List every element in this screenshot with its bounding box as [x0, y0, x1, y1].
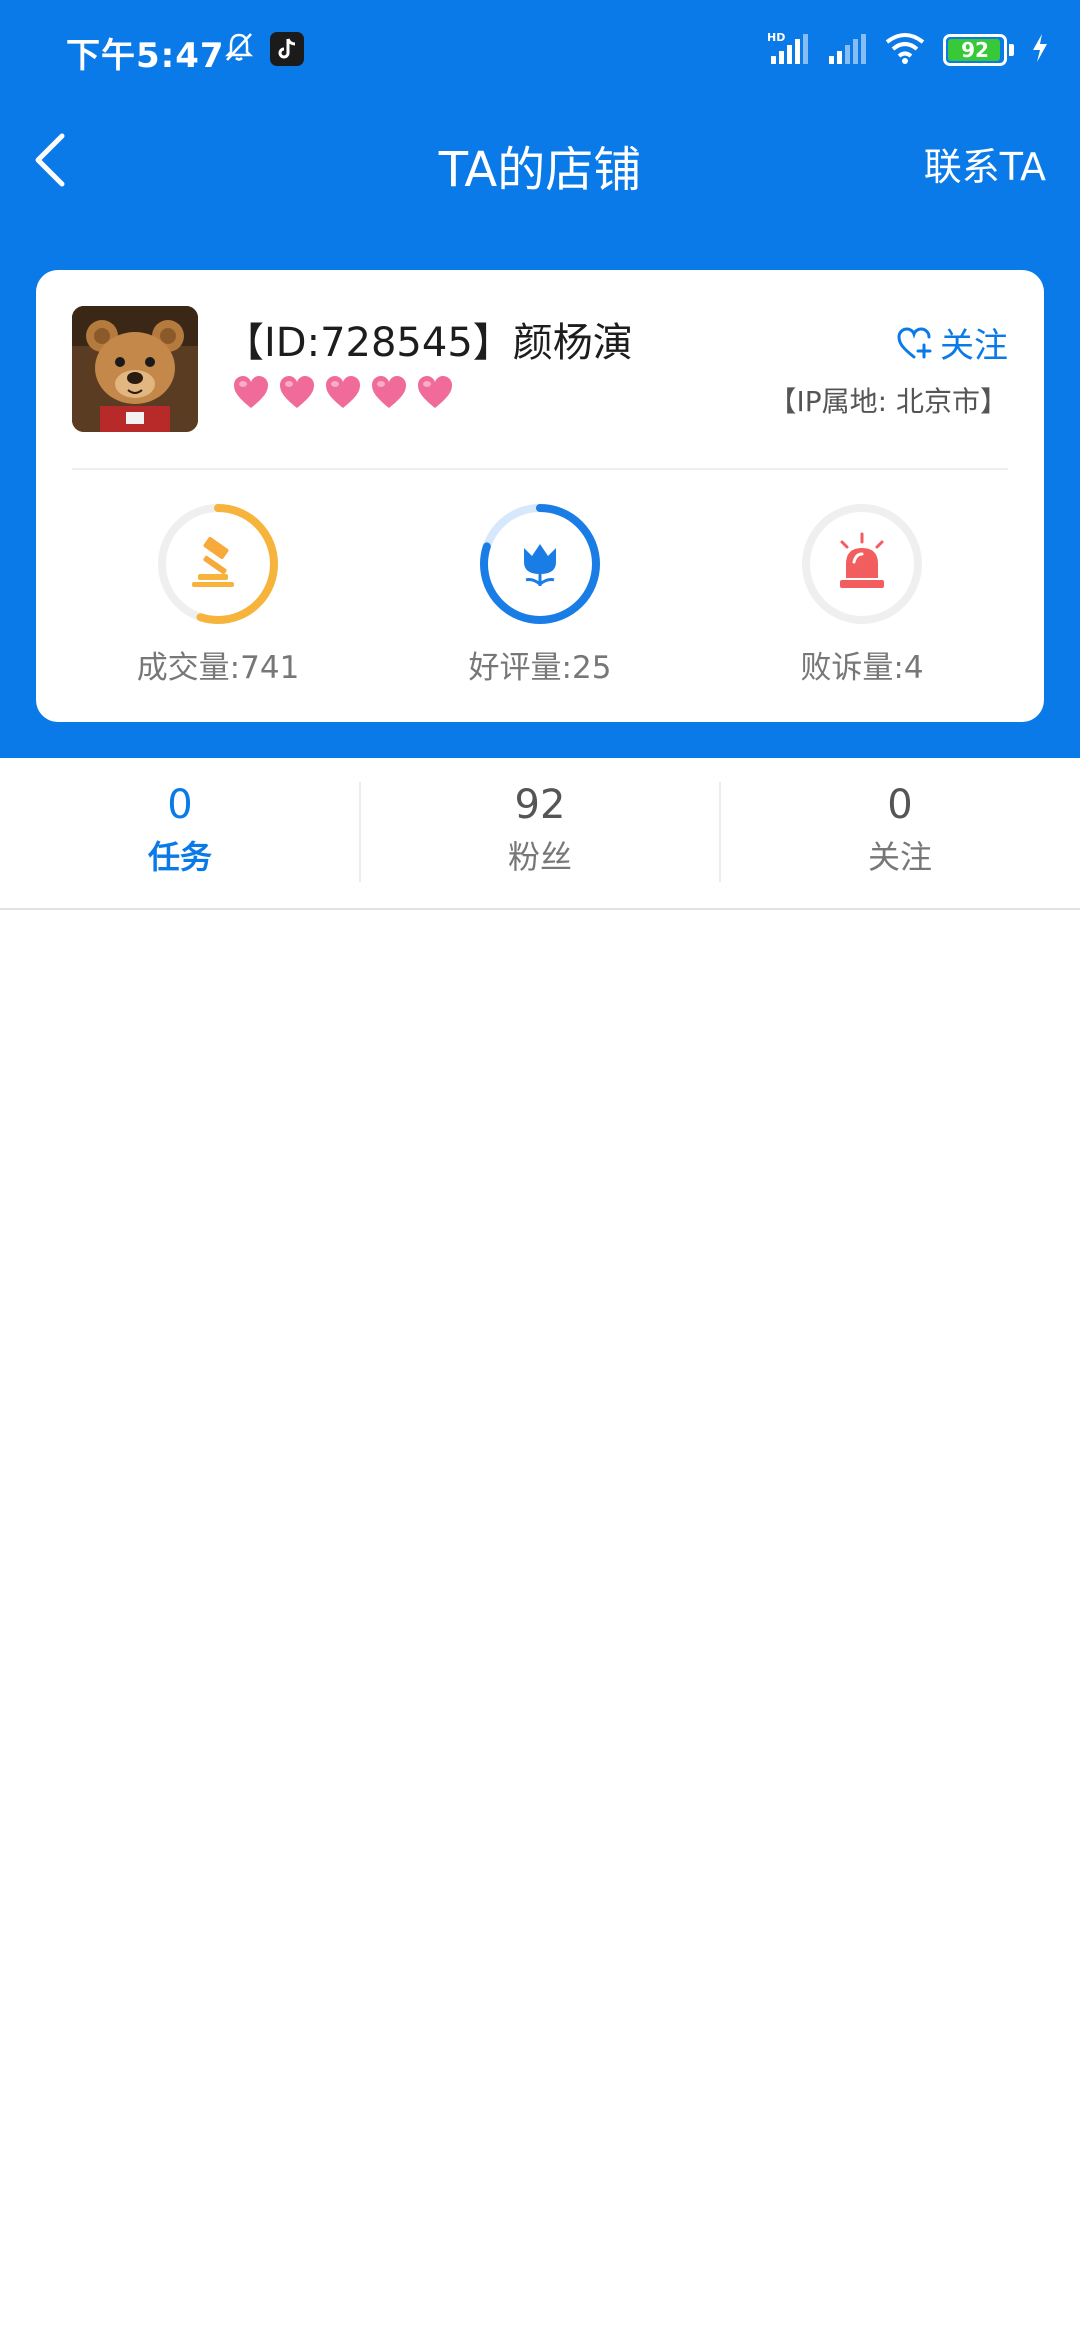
- follow-label: 关注: [940, 326, 1008, 366]
- tiktok-icon: [270, 32, 304, 66]
- status-bar: 下午5:47 HD 92: [0, 0, 1080, 100]
- tab-fans[interactable]: 92 粉丝: [360, 782, 720, 878]
- tab-label: 任务: [147, 838, 212, 876]
- stat-lost-disputes[interactable]: 败诉量:4: [742, 502, 982, 687]
- user-name: 【ID:728545】颜杨演: [224, 320, 633, 366]
- svg-text:HD: HD: [767, 31, 785, 44]
- signal-icon: [827, 30, 867, 70]
- ip-location: 【IP属地: 北京市】: [768, 385, 1008, 418]
- profile-card: 【ID:728545】颜杨演 关注 【IP属地: 北京市】 成交量:741 好评…: [36, 270, 1044, 722]
- stat-label: 成交量:741: [136, 650, 300, 686]
- heart-icon: [418, 376, 452, 408]
- charging-icon: [1030, 32, 1050, 68]
- tab-count: 0: [887, 782, 913, 828]
- rating-hearts: [232, 374, 454, 410]
- tab-count: 0: [167, 782, 193, 828]
- heart-icon: [372, 376, 406, 408]
- card-divider: [72, 468, 1008, 470]
- status-time: 下午5:47: [66, 36, 225, 76]
- heart-icon: [326, 376, 360, 408]
- tab-tasks[interactable]: 0 任务: [0, 782, 360, 878]
- follow-button[interactable]: 关注: [896, 318, 1008, 367]
- hd-signal-icon: HD: [767, 30, 811, 70]
- battery-icon: 92: [943, 34, 1007, 66]
- tab-count: 92: [514, 782, 566, 828]
- tab-label: 关注: [867, 838, 932, 876]
- stat-deals[interactable]: 成交量:741: [98, 502, 338, 687]
- nav-bar: TA的店铺 联系TA: [0, 110, 1080, 210]
- page-title: TA的店铺: [438, 142, 642, 198]
- heart-plus-icon: [897, 326, 932, 358]
- bell-off-icon: [222, 30, 256, 68]
- stat-label: 好评量:25: [468, 650, 612, 686]
- heart-icon: [280, 376, 314, 408]
- tab-following[interactable]: 0 关注: [720, 782, 1080, 878]
- heart-icon: [234, 376, 268, 408]
- stat-label: 败诉量:4: [800, 650, 924, 686]
- stat-good-reviews[interactable]: 好评量:25: [420, 502, 660, 687]
- alarm-light-icon: [840, 532, 884, 588]
- avatar[interactable]: [72, 306, 198, 432]
- tab-label: 粉丝: [507, 838, 572, 876]
- gavel-icon: [192, 536, 234, 587]
- battery-level: 92: [961, 38, 989, 62]
- tulip-icon: [524, 544, 556, 586]
- tab-bar: 0 任务 92 粉丝 0 关注: [0, 758, 1080, 910]
- contact-button[interactable]: 联系TA: [924, 136, 1046, 191]
- wifi-icon: [883, 30, 927, 70]
